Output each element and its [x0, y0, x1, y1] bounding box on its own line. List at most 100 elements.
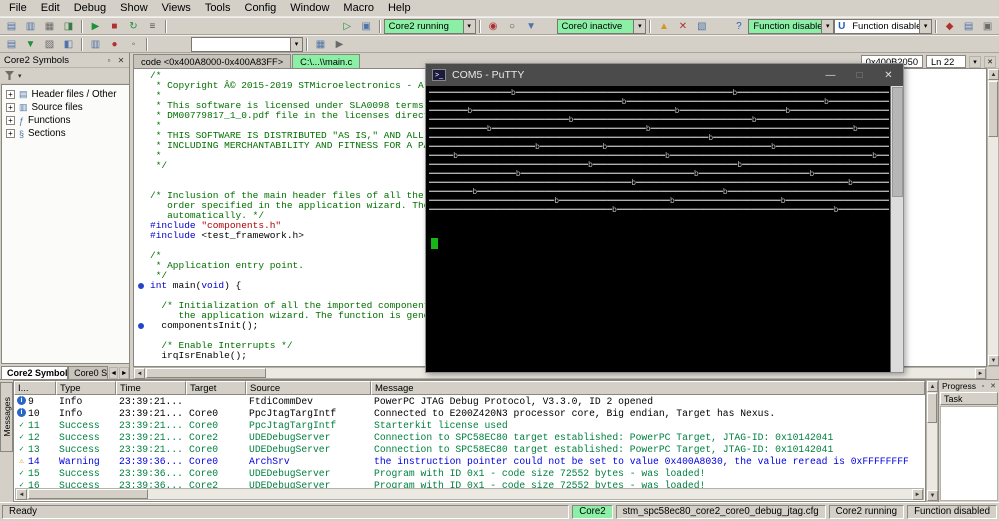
message-row[interactable]: ✓12Success23:39:21...Core2UDEDebugServer… — [14, 431, 925, 443]
message-row[interactable]: ⚠14Warning23:39:36...Core0ArchSrvthe ins… — [14, 455, 925, 467]
scroll-right-icon[interactable]: ► — [912, 489, 923, 500]
chevron-down-icon[interactable]: ▾ — [969, 56, 981, 68]
menu-item-tools[interactable]: Tools — [198, 1, 238, 15]
terminal-scrollbar[interactable] — [890, 86, 903, 372]
views-icon[interactable]: ▥ — [86, 37, 105, 52]
scroll-thumb[interactable] — [28, 489, 148, 499]
scroll-down-icon[interactable]: ▼ — [927, 490, 938, 501]
core0-status-combo[interactable]: Core0 inactive▾ — [557, 19, 647, 34]
chevron-down-icon[interactable]: ▾ — [463, 20, 475, 33]
warnings-icon[interactable]: ▲ — [654, 19, 673, 34]
message-row[interactable]: ✓13Success23:39:21...Core0UDEDebugServer… — [14, 443, 925, 455]
chevron-down-icon[interactable]: ▾ — [18, 72, 22, 80]
scroll-thumb[interactable] — [988, 81, 998, 137]
message-row[interactable]: ✓15Success23:39:36...Core0UDEDebugServer… — [14, 467, 925, 479]
close-panel-icon[interactable]: ✕ — [115, 55, 127, 66]
expand-icon[interactable]: + — [6, 90, 15, 99]
step-icon[interactable]: ▷ — [338, 19, 357, 34]
column-header-target[interactable]: Target — [186, 381, 246, 395]
messages-vertical-scrollbar[interactable]: ▲ ▼ — [926, 380, 938, 502]
core2-status-combo[interactable]: Core2 running▾ — [384, 19, 476, 34]
putty-window[interactable]: >_ COM5 - PuTTY — □ ✕ ━━━━━━━━━━━━━━━━━b… — [425, 63, 904, 373]
close-icon[interactable]: ✕ — [874, 64, 903, 86]
scroll-up-icon[interactable]: ▲ — [988, 69, 999, 80]
menu-item-macro[interactable]: Macro — [336, 1, 381, 15]
goto-icon[interactable]: ▶ — [330, 37, 349, 52]
chevron-down-icon[interactable]: ▾ — [290, 38, 302, 51]
symbols-filter-bar[interactable]: ▾ — [0, 68, 129, 84]
stop-icon[interactable]: ■ — [105, 19, 124, 34]
document-tab[interactable]: C:\...\\main.c — [292, 54, 360, 68]
function-status-combo[interactable]: Function disabled▾ — [748, 19, 834, 34]
config-icon[interactable]: ▨ — [40, 37, 59, 52]
reset-icon[interactable]: ↻ — [124, 19, 143, 34]
load-file-icon[interactable]: ▼ — [21, 37, 40, 52]
column-header-i-[interactable]: I... — [14, 381, 56, 395]
chevron-down-icon[interactable]: ▾ — [633, 20, 645, 33]
scroll-left-icon[interactable]: ◄ — [134, 368, 145, 379]
memory-window-icon[interactable]: ▦ — [40, 19, 59, 34]
layout-icon[interactable]: ◧ — [59, 37, 78, 52]
scroll-left-icon[interactable]: ◄ — [16, 489, 27, 500]
download-program-icon[interactable]: ▼ — [522, 19, 541, 34]
find-symbol-icon[interactable]: ▦ — [311, 37, 330, 52]
record-macro-icon[interactable]: ● — [105, 37, 124, 52]
record-icon[interactable]: ◆ — [940, 19, 959, 34]
function-help-icon[interactable]: ? — [729, 19, 748, 34]
toggle-breakpoint-icon[interactable]: ◉ — [484, 19, 503, 34]
disconnect-icon[interactable]: ✕ — [673, 19, 692, 34]
chevron-down-icon[interactable]: ▾ — [919, 20, 931, 33]
expand-icon[interactable]: + — [6, 116, 15, 125]
menu-item-window[interactable]: Window — [283, 1, 336, 15]
symbols-tab-core0-s[interactable]: Core0 S — [68, 366, 108, 379]
menu-item-show[interactable]: Show — [113, 1, 155, 15]
maximize-icon[interactable]: □ — [845, 64, 874, 86]
pin-icon[interactable]: ▫ — [978, 381, 988, 391]
message-row[interactable]: ✓11Success23:39:21...Core0PpcJtagTargInt… — [14, 419, 925, 431]
column-header-time[interactable]: Time — [116, 381, 186, 395]
breakpoints-icon[interactable]: ▣ — [357, 19, 376, 34]
log-window-icon[interactable]: ▤ — [959, 19, 978, 34]
scroll-thumb[interactable] — [146, 368, 266, 378]
menu-item-debug[interactable]: Debug — [67, 1, 113, 15]
new-window-icon[interactable]: ▤ — [2, 37, 21, 52]
scroll-right-icon[interactable]: ► — [975, 368, 986, 379]
run-icon[interactable]: ▶ — [86, 19, 105, 34]
sidebar-item-source-files[interactable]: +▥Source files — [6, 101, 129, 114]
uart-function-combo[interactable]: UFunction disabled▾ — [834, 19, 932, 34]
stop-macro-icon[interactable]: ◦ — [124, 37, 143, 52]
scroll-thumb[interactable] — [927, 393, 937, 423]
project-icon[interactable]: ▤ — [2, 19, 21, 34]
column-header-type[interactable]: Type — [56, 381, 116, 395]
message-row[interactable]: i9Info23:39:21...FtdiCommDevPowerPC JTAG… — [14, 395, 925, 407]
chevron-down-icon[interactable]: ▾ — [821, 20, 833, 33]
putty-title-bar[interactable]: >_ COM5 - PuTTY — □ ✕ — [426, 64, 903, 86]
tool-options-icon[interactable]: ▣ — [978, 19, 997, 34]
document-tab[interactable]: code <0x400A8000-0x400A83FF> — [133, 54, 291, 68]
task-column-header[interactable]: Task — [940, 392, 998, 405]
expand-icon[interactable]: + — [6, 129, 15, 138]
sidebar-item-header-files-other[interactable]: +▤Header files / Other — [6, 88, 129, 101]
minimize-icon[interactable]: — — [816, 64, 845, 86]
symbols-window-icon[interactable]: ▥ — [21, 19, 40, 34]
menu-item-config[interactable]: Config — [238, 1, 284, 15]
tab-scroll-right-icon[interactable]: ► — [119, 367, 129, 379]
close-panel-icon[interactable]: ✕ — [988, 381, 998, 391]
call-stack-icon[interactable]: ≡ — [143, 19, 162, 34]
save-target-icon[interactable]: ◨ — [59, 19, 78, 34]
editor-vertical-scrollbar[interactable]: ▲ ▼ — [987, 68, 999, 367]
menu-item-views[interactable]: Views — [155, 1, 198, 15]
scroll-thumb[interactable] — [892, 87, 903, 197]
terminal-screen[interactable]: ━━━━━━━━━━━━━━━━━b━━━━━━━━━━━━━━━━━━━━━━… — [426, 86, 903, 372]
scroll-up-icon[interactable]: ▲ — [927, 381, 938, 392]
sidebar-item-sections[interactable]: +§Sections — [6, 127, 129, 140]
symbol-search-combo[interactable]: ▾ — [191, 37, 303, 52]
menu-item-help[interactable]: Help — [381, 1, 418, 15]
menu-item-edit[interactable]: Edit — [34, 1, 67, 15]
expand-icon[interactable]: + — [6, 103, 15, 112]
symbols-tab-core2-symbols[interactable]: Core2 Symbols — [1, 366, 68, 379]
messages-horizontal-scrollbar[interactable]: ◄ ► — [15, 488, 924, 500]
column-header-source[interactable]: Source — [246, 381, 371, 395]
scroll-down-icon[interactable]: ▼ — [988, 355, 999, 366]
message-row[interactable]: i10Info23:39:21...Core0PpcJtagTargIntfCo… — [14, 407, 925, 419]
